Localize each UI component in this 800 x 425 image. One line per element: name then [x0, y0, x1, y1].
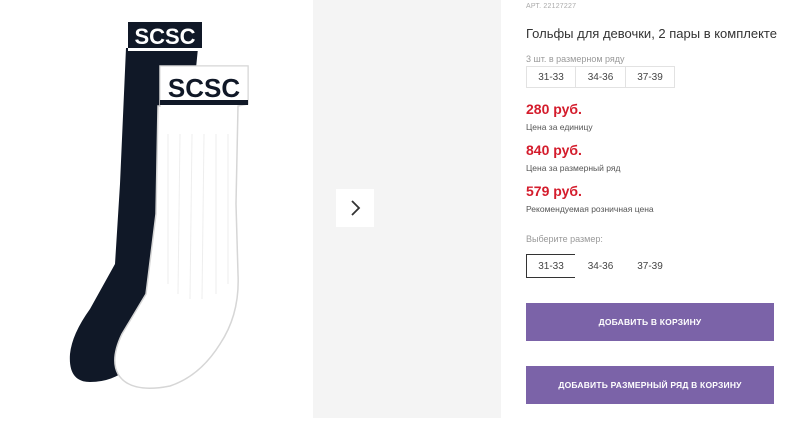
white-sock-brand: SCSC: [168, 73, 240, 103]
size-option-31-33[interactable]: 31-33: [526, 254, 576, 278]
price-size-set-note: Цена за размерный ряд: [526, 163, 621, 173]
gallery-next-button[interactable]: [336, 189, 374, 227]
size-set-item: 37-39: [625, 66, 675, 88]
size-option-37-39[interactable]: 37-39: [625, 254, 675, 278]
product-page: SCSC SCSC АРТ. 22127227 Гольфы для девоч…: [0, 0, 800, 425]
size-option-34-36[interactable]: 34-36: [575, 254, 626, 278]
price-size-set: 840 руб.: [526, 142, 582, 158]
price-recommended-note: Рекомендуемая розничная цена: [526, 204, 654, 214]
sku-label: АРТ. 22127227: [526, 3, 577, 10]
size-set-item: 31-33: [526, 66, 576, 88]
price-unit: 280 руб.: [526, 101, 582, 117]
product-photo: SCSC SCSC: [69, 22, 249, 389]
size-set-row: 31-33 34-36 37-39: [526, 66, 675, 88]
size-set-item: 34-36: [575, 66, 626, 88]
add-to-cart-button[interactable]: ДОБАВИТЬ В КОРЗИНУ: [526, 303, 774, 341]
price-unit-note: Цена за единицу: [526, 122, 593, 132]
size-picker-label: Выберите размер:: [526, 234, 603, 244]
price-recommended: 579 руб.: [526, 183, 582, 199]
black-sock-brand: SCSC: [134, 24, 195, 49]
size-picker: 31-33 34-36 37-39: [526, 254, 675, 278]
product-title: Гольфы для девочки, 2 пары в комплекте: [526, 26, 777, 41]
add-size-set-button[interactable]: ДОБАВИТЬ РАЗМЕРНЫЙ РЯД В КОРЗИНУ: [526, 366, 774, 404]
product-gallery: SCSC SCSC: [0, 0, 313, 425]
chevron-right-icon: [351, 200, 361, 216]
size-set-label: 3 шт. в размерном ряду: [526, 54, 625, 64]
